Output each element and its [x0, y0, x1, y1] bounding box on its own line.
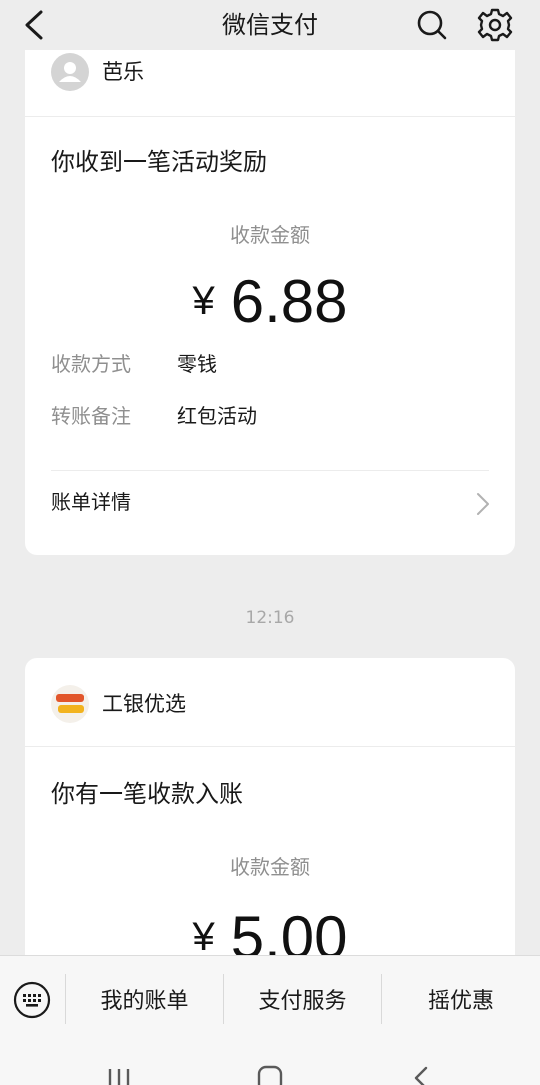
currency-symbol: ¥: [192, 279, 215, 323]
bill-details-link[interactable]: 账单详情: [51, 470, 489, 535]
detail-key: 收款方式: [51, 352, 131, 376]
message-list[interactable]: 芭乐 你收到一笔活动奖励 收款金额 ¥6.88 收款方式 零钱 转账备注 红包活…: [0, 50, 540, 955]
keyboard-toggle-button[interactable]: [13, 981, 51, 1019]
detail-value: 零钱: [177, 352, 217, 376]
card-header: 芭乐: [25, 50, 515, 117]
user-icon: [59, 62, 81, 82]
payment-message-card[interactable]: 芭乐 你收到一笔活动奖励 收款金额 ¥6.88 收款方式 零钱 转账备注 红包活…: [25, 50, 515, 555]
merchant-logo[interactable]: [51, 685, 89, 723]
detail-key: 转账备注: [51, 404, 131, 428]
amount-value: ¥5.00: [25, 903, 515, 955]
bill-details-label: 账单详情: [51, 490, 131, 514]
detail-row-payment-method: 收款方式 零钱: [51, 349, 491, 379]
detail-value: 红包活动: [177, 404, 257, 428]
sender-name: 工银优选: [102, 692, 186, 716]
amount-label: 收款金额: [230, 855, 310, 879]
chevron-right-icon: [477, 493, 489, 515]
search-icon: [417, 10, 447, 40]
home-icon[interactable]: [255, 1065, 285, 1085]
keyboard-icon: [13, 981, 51, 1019]
recent-apps-icon[interactable]: [104, 1065, 134, 1085]
card-header: 工银优选: [25, 658, 515, 747]
avatar[interactable]: [51, 53, 89, 91]
system-back-icon[interactable]: [406, 1065, 436, 1085]
menu-my-bills[interactable]: 我的账单: [66, 972, 223, 1026]
sender-name: 芭乐: [102, 60, 144, 84]
back-button[interactable]: [14, 6, 54, 44]
chevron-left-icon: [25, 10, 43, 40]
menu-shake-offers[interactable]: 摇优惠: [382, 972, 540, 1026]
amount-value: ¥6.88: [25, 267, 515, 336]
message-timestamp: 12:16: [245, 608, 295, 628]
message-headline: 你收到一笔活动奖励: [51, 148, 267, 176]
settings-button[interactable]: [474, 5, 516, 45]
gear-icon: [477, 8, 513, 42]
amount-number: 6.88: [230, 268, 348, 335]
top-bar: 微信支付: [0, 0, 540, 50]
detail-row-transfer-note: 转账备注 红包活动: [51, 401, 491, 431]
search-button[interactable]: [412, 6, 452, 44]
currency-symbol: ¥: [192, 915, 215, 955]
payment-message-card[interactable]: 工银优选 你有一笔收款入账 收款金额 ¥5.00: [25, 658, 515, 955]
menu-payment-services[interactable]: 支付服务: [224, 972, 381, 1026]
amount-number: 5.00: [230, 904, 348, 955]
merchant-logo-icon: [56, 694, 84, 713]
system-nav-bar: [0, 1045, 540, 1085]
amount-label: 收款金额: [230, 223, 310, 247]
message-headline: 你有一笔收款入账: [51, 780, 243, 808]
page-title: 微信支付: [222, 11, 318, 39]
bottom-menu-bar: 我的账单 支付服务 摇优惠: [0, 955, 540, 1046]
